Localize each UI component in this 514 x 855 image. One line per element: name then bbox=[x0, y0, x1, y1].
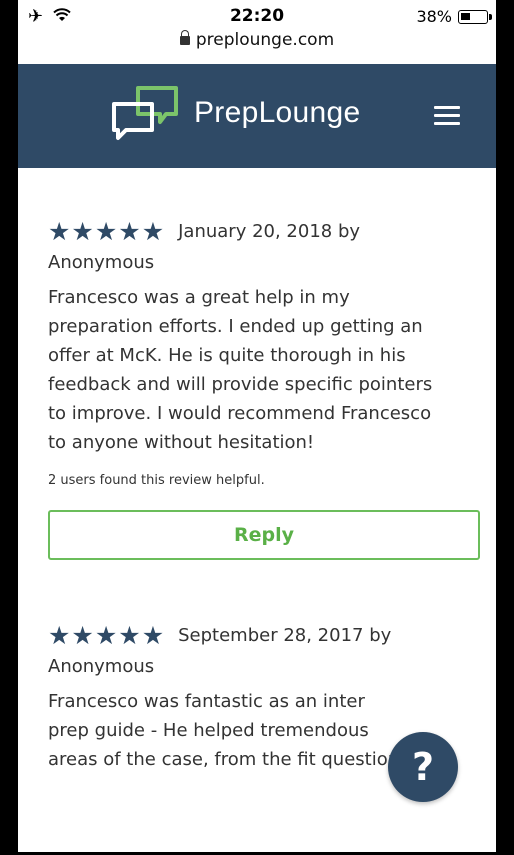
chat-bubbles-icon bbox=[112, 86, 178, 140]
url-text: preplounge.com bbox=[195, 30, 335, 50]
star-icon: ★ bbox=[71, 216, 94, 246]
url-bar[interactable]: preplounge.com bbox=[18, 30, 496, 64]
review-card: ★ ★ ★ ★ ★ January 20, 2018 by Anonymous Fran… bbox=[48, 216, 488, 560]
review-line: Francesco was fantastic as an inter bbox=[48, 691, 365, 712]
logo[interactable]: PrepLounge bbox=[108, 84, 360, 142]
helpful-count: 2 users found this review helpful. bbox=[48, 473, 265, 488]
star-icon: ★ bbox=[71, 620, 94, 650]
review-date: September 28, 2017 by bbox=[178, 624, 392, 646]
review-line: preparation efforts. I ended up getting … bbox=[48, 316, 423, 337]
review-text: Francesco was a great help in my prepara… bbox=[48, 283, 488, 457]
reply-button[interactable]: Reply bbox=[48, 510, 480, 560]
review-line: offer at McK. He is quite thorough in hi… bbox=[48, 345, 406, 366]
status-bar: ✈ 22:20 38% bbox=[18, 0, 496, 30]
review-meta: ★ ★ ★ ★ ★ January 20, 2018 by bbox=[48, 216, 488, 246]
review-meta: ★ ★ ★ ★ ★ September 28, 2017 by bbox=[48, 620, 488, 650]
review-author: Anonymous bbox=[48, 252, 155, 273]
star-icon: ★ bbox=[118, 620, 141, 650]
star-icon: ★ bbox=[141, 216, 165, 246]
review-line: to anyone without hesitation! bbox=[48, 432, 315, 453]
star-icon: ★ bbox=[141, 620, 165, 650]
brand-name: PrepLounge bbox=[194, 96, 361, 129]
star-icon: ★ bbox=[48, 216, 71, 246]
battery-level bbox=[461, 12, 470, 20]
star-icon: ★ bbox=[94, 620, 118, 650]
site-header: PrepLounge bbox=[18, 64, 496, 168]
review-line: feedback and will provide specific point… bbox=[48, 374, 433, 395]
star-rating: ★ ★ ★ ★ ★ bbox=[48, 219, 164, 244]
status-right: 38% bbox=[416, 7, 492, 26]
review-line: Francesco was a great help in my bbox=[48, 287, 350, 308]
review-author: Anonymous bbox=[48, 656, 155, 677]
review-line: to improve. I would recommend Francesco bbox=[48, 403, 432, 424]
star-icon: ★ bbox=[48, 620, 71, 650]
star-icon: ★ bbox=[118, 216, 141, 246]
lock-icon bbox=[179, 30, 190, 45]
hamburger-menu-icon[interactable] bbox=[434, 106, 460, 126]
reviews-list: ★ ★ ★ ★ ★ January 20, 2018 by Anonymous Fran… bbox=[48, 168, 488, 774]
review-date: January 20, 2018 by bbox=[178, 220, 361, 242]
battery-percent: 38% bbox=[416, 7, 452, 26]
help-button[interactable]: ? bbox=[388, 732, 458, 802]
battery-icon bbox=[458, 9, 492, 24]
star-rating: ★ ★ ★ ★ ★ bbox=[48, 623, 164, 648]
star-icon: ★ bbox=[94, 216, 118, 246]
